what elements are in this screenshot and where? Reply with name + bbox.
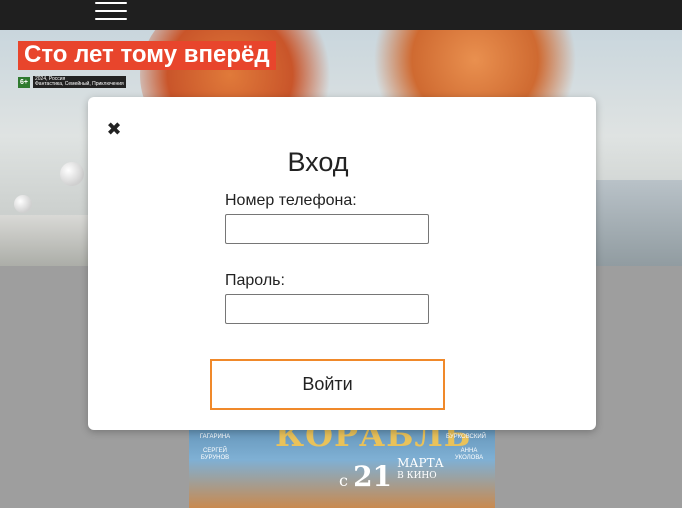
phone-label: Номер телефона: <box>225 192 357 209</box>
phone-input[interactable] <box>225 214 429 244</box>
close-icon[interactable]: ✖ <box>105 121 123 139</box>
modal-overlay: ✖ Вход Номер телефона: Пароль: Войти <box>0 0 682 508</box>
password-label: Пароль: <box>225 272 285 289</box>
login-button[interactable]: Войти <box>210 359 445 410</box>
password-input[interactable] <box>225 294 429 324</box>
modal-title: Вход <box>287 147 349 177</box>
login-modal: ✖ Вход Номер телефона: Пароль: Войти <box>88 97 596 430</box>
